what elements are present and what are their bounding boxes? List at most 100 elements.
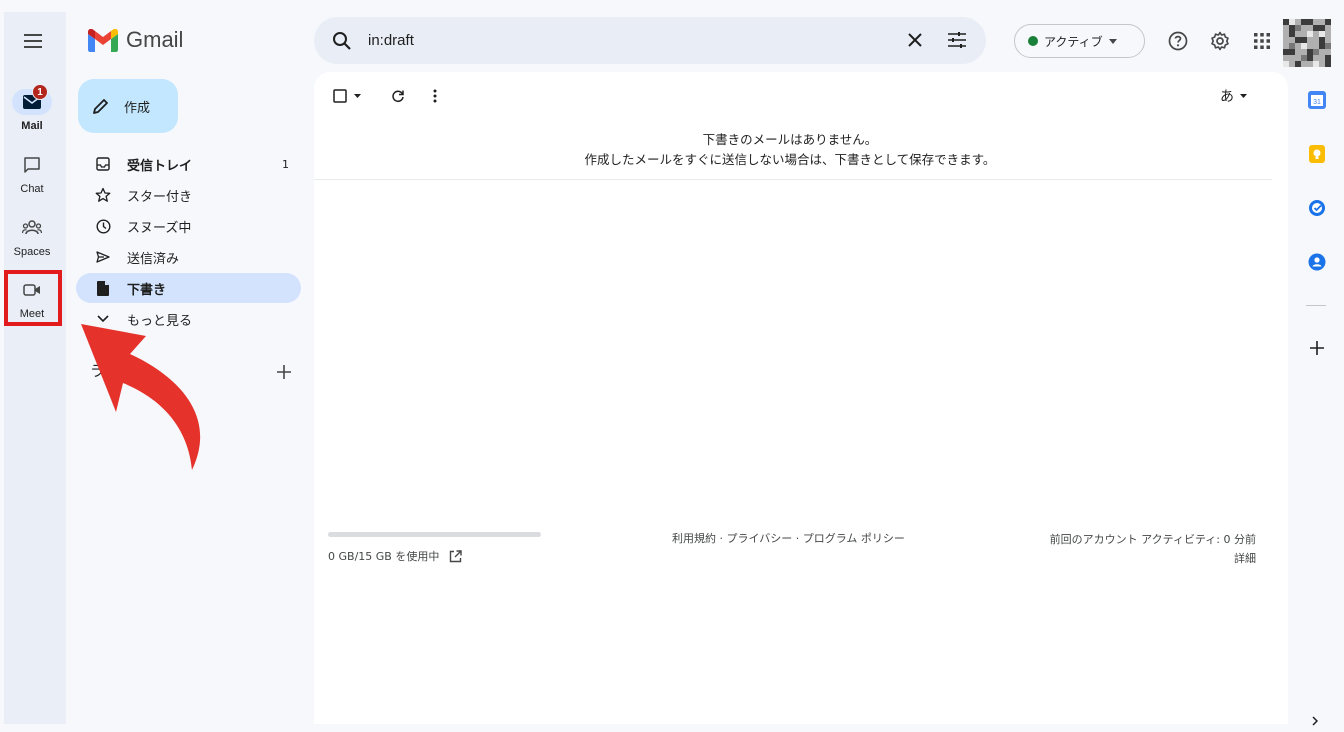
chat-icon — [24, 157, 40, 173]
draft-icon — [97, 280, 109, 296]
close-icon — [908, 33, 922, 47]
settings-button[interactable] — [1208, 29, 1232, 53]
content-divider — [314, 179, 1272, 180]
gmail-m-icon — [88, 28, 118, 52]
activity-details-link[interactable]: 詳細 — [1000, 549, 1256, 568]
nav-label-drafts: 下書き — [127, 282, 167, 298]
status-label: アクティブ — [1044, 34, 1103, 49]
search-icon — [333, 31, 351, 50]
show-side-panel-button[interactable] — [1306, 712, 1324, 730]
search-options-button[interactable] — [946, 29, 968, 51]
spaces-pill — [12, 215, 52, 241]
dropdown-arrow-icon — [1108, 38, 1117, 44]
keep-icon — [1309, 145, 1325, 163]
nav-item-snoozed[interactable]: スヌーズ中 — [76, 211, 301, 241]
gear-icon — [1211, 31, 1229, 51]
tasks-button[interactable] — [1304, 195, 1330, 221]
help-button[interactable] — [1166, 29, 1190, 53]
empty-drafts-message: 下書きのメールはありません。 作成したメールをすぐに送信しない場合は、下書きとし… — [314, 130, 1266, 170]
rail-label-mail: Mail — [21, 120, 43, 132]
apps-button[interactable] — [1250, 29, 1274, 53]
caret-down-icon — [353, 94, 361, 98]
create-label-button[interactable] — [274, 362, 294, 382]
get-addons-button[interactable] — [1304, 335, 1330, 361]
nav-label-sent: 送信済み — [127, 251, 180, 267]
account-avatar[interactable] — [1283, 19, 1331, 67]
apps-grid-icon — [1254, 33, 1270, 49]
draft-icon-wrap — [94, 279, 112, 297]
keep-button[interactable] — [1304, 141, 1330, 167]
storage-info: 0 GB/15 GB を使用中 — [328, 548, 463, 564]
clear-search-button[interactable] — [904, 29, 926, 51]
chevron-right-icon — [1312, 716, 1318, 726]
nav-item-inbox[interactable]: 受信トレイ 1 — [76, 149, 301, 179]
select-all-checkbox[interactable] — [330, 86, 350, 106]
checkbox-icon — [333, 89, 347, 103]
tasks-icon — [1309, 200, 1325, 216]
more-options-button[interactable] — [425, 86, 445, 106]
nav-label-inbox: 受信トレイ — [127, 158, 193, 174]
storage-label: 0 GB/15 GB を使用中 — [328, 550, 440, 563]
activity-text: 前回のアカウント アクティビティ: 0 分前 — [1049, 533, 1256, 546]
empty-line-2: 作成したメールをすぐに送信しない場合は、下書きとして保存できます。 — [584, 152, 996, 167]
clock-icon-wrap — [94, 217, 112, 235]
ime-label: あ — [1220, 89, 1234, 105]
rail-label-spaces: Spaces — [13, 246, 51, 258]
unread-badge: 1 — [32, 84, 48, 100]
inbox-count: 1 — [282, 157, 289, 171]
nav-label-snoozed: スヌーズ中 — [127, 220, 192, 236]
svg-text:31: 31 — [1313, 99, 1321, 106]
compose-label: 作成 — [124, 100, 151, 116]
compose-button[interactable]: 作成 — [78, 79, 178, 133]
app-title: Gmail — [126, 27, 184, 52]
meet-highlight-box — [4, 270, 62, 326]
mail-pill: 1 — [12, 84, 52, 115]
nav-item-drafts[interactable]: 下書き — [76, 273, 301, 303]
pencil-icon — [93, 99, 108, 114]
side-panel-divider — [1306, 305, 1326, 306]
hamburger-icon — [24, 34, 42, 48]
rail-label-chat: Chat — [20, 183, 44, 195]
help-icon — [1168, 31, 1188, 51]
calendar-button[interactable]: 31 — [1304, 87, 1330, 113]
inbox-icon-wrap — [94, 155, 112, 173]
main-menu-button[interactable] — [20, 28, 46, 54]
tune-icon — [948, 32, 966, 48]
send-icon — [96, 251, 110, 263]
star-icon-wrap — [94, 186, 112, 204]
more-vert-icon — [433, 89, 437, 103]
status-dot — [1028, 36, 1038, 46]
contacts-button[interactable] — [1304, 249, 1330, 275]
caret-down-icon — [1240, 94, 1247, 98]
search-bar[interactable] — [314, 17, 986, 64]
account-activity: 前回のアカウント アクティビティ: 0 分前 詳細 — [1000, 530, 1256, 568]
calendar-icon: 31 — [1308, 91, 1326, 109]
rail-item-mail[interactable]: 1 Mail — [4, 84, 60, 132]
nav-item-sent[interactable]: 送信済み — [76, 242, 301, 272]
nav-label-starred: スター付き — [127, 189, 193, 205]
avatar-pixelated-icon — [1283, 19, 1331, 67]
clock-icon — [95, 218, 111, 234]
star-icon — [95, 187, 111, 202]
spaces-icon — [22, 220, 42, 235]
status-selector[interactable]: アクティブ — [1014, 24, 1145, 58]
red-arrow-annotation — [81, 324, 201, 470]
gmail-logo[interactable]: Gmail — [88, 27, 183, 53]
chat-pill — [12, 152, 52, 178]
add-icon — [1310, 341, 1324, 355]
contacts-icon — [1308, 253, 1326, 271]
empty-line-1: 下書きのメールはありません。 — [702, 132, 878, 147]
send-icon-wrap — [94, 248, 112, 266]
input-tools-button[interactable]: あ — [1220, 86, 1247, 106]
inbox-icon — [96, 157, 110, 171]
search-input[interactable] — [368, 32, 868, 49]
footer-links[interactable]: 利用規約 · プライバシー · プログラム ポリシー — [672, 530, 905, 546]
add-icon — [277, 365, 291, 379]
refresh-button[interactable] — [388, 86, 408, 106]
nav-item-starred[interactable]: スター付き — [76, 180, 301, 210]
rail-item-spaces[interactable]: Spaces — [4, 215, 60, 258]
refresh-icon — [392, 90, 404, 103]
select-menu-button[interactable] — [350, 86, 364, 106]
open-in-new-icon[interactable] — [449, 549, 463, 563]
rail-item-chat[interactable]: Chat — [4, 152, 60, 195]
